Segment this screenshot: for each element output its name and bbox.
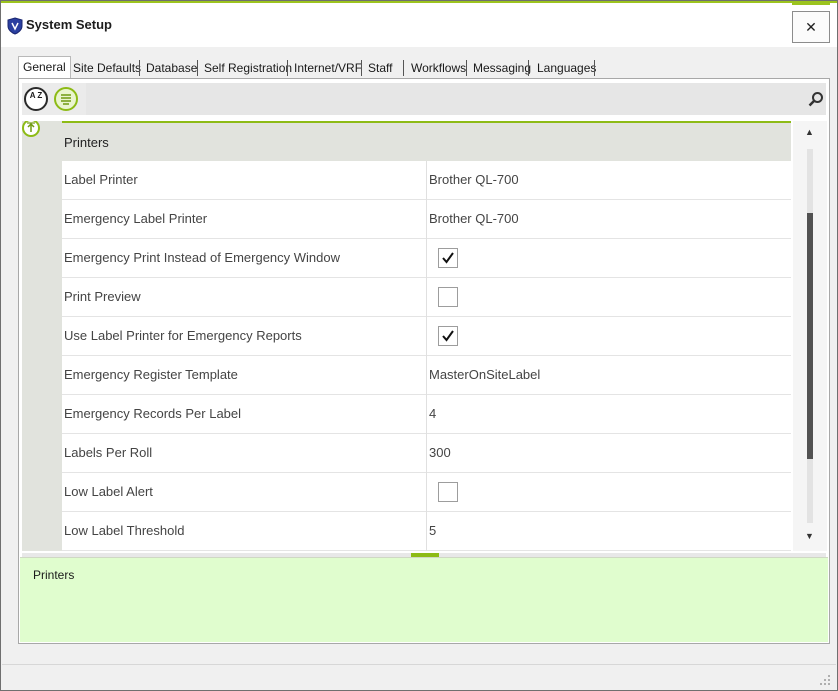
property-row[interactable]: Emergency Records Per Label 4 [62, 395, 791, 434]
search-icon[interactable] [808, 91, 824, 107]
category-label: Printers [64, 135, 109, 150]
property-checkbox[interactable] [438, 287, 458, 307]
property-row[interactable]: Low Label Threshold 5 [62, 512, 791, 551]
tab-internet-vrf[interactable]: Internet/VRF [290, 58, 366, 78]
property-checkbox[interactable] [438, 248, 458, 268]
scroll-down-arrow-icon[interactable]: ▼ [805, 531, 814, 541]
tab-separator [594, 60, 595, 76]
tab-database[interactable]: Database [142, 58, 201, 78]
property-checkbox[interactable] [438, 482, 458, 502]
column-divider [426, 200, 427, 239]
help-title: Printers [33, 568, 75, 582]
app-shield-icon [7, 17, 23, 35]
tab-workflows[interactable]: Workflows [407, 58, 470, 78]
tab-separator [197, 60, 198, 76]
bottom-separator [2, 664, 836, 665]
title-bar: System Setup ✕ [1, 3, 837, 47]
property-value[interactable]: 4 [429, 406, 436, 421]
window-title: System Setup [26, 17, 112, 32]
property-row[interactable]: Low Label Alert [62, 473, 791, 512]
grid-gutter [22, 121, 62, 551]
tab-separator [466, 60, 467, 76]
column-divider [426, 278, 427, 317]
tab-site-defaults[interactable]: Site Defaults [69, 58, 145, 78]
property-grid: Printers Label Printer Brother QL-700 Em… [22, 121, 791, 551]
column-divider [426, 512, 427, 551]
property-row[interactable]: Print Preview [62, 278, 791, 317]
categorized-list-icon[interactable] [54, 87, 78, 111]
vertical-scrollbar[interactable]: ▲ ▼ [793, 121, 827, 551]
property-name: Use Label Printer for Emergency Reports [64, 328, 302, 343]
scroll-up-arrow-icon[interactable]: ▲ [805, 127, 814, 137]
column-divider [426, 239, 427, 278]
property-name: Print Preview [64, 289, 141, 304]
tab-separator [287, 60, 288, 76]
property-row[interactable]: Use Label Printer for Emergency Reports [62, 317, 791, 356]
property-search-bar[interactable] [86, 83, 826, 115]
property-name: Emergency Register Template [64, 367, 238, 382]
tab-languages[interactable]: Languages [533, 58, 600, 78]
tab-messaging[interactable]: Messaging [469, 58, 535, 78]
tab-separator [139, 60, 140, 76]
column-divider [426, 473, 427, 512]
tab-separator [403, 60, 404, 76]
column-divider [426, 317, 427, 356]
property-row[interactable]: Emergency Register Template MasterOnSite… [62, 356, 791, 395]
property-grid-toolbar: A Z [22, 83, 826, 115]
property-row[interactable]: Emergency Print Instead of Emergency Win… [62, 239, 791, 278]
property-row[interactable]: Label Printer Brother QL-700 [62, 161, 791, 200]
property-value[interactable]: 5 [429, 523, 436, 538]
scroll-thumb[interactable] [807, 213, 813, 459]
property-name: Low Label Threshold [64, 523, 185, 538]
property-name: Label Printer [64, 172, 138, 187]
general-tab-panel: A Z Printers Label Printer Brother QL-70… [18, 78, 830, 644]
sort-alphabetical-icon[interactable]: A Z [24, 87, 48, 111]
column-divider [426, 395, 427, 434]
property-name: Low Label Alert [64, 484, 153, 499]
tab-separator [361, 60, 362, 76]
property-checkbox[interactable] [438, 326, 458, 346]
property-row[interactable]: Labels Per Roll 300 [62, 434, 791, 473]
column-divider [426, 161, 427, 200]
tab-self-registration[interactable]: Self Registration [200, 58, 296, 78]
property-value[interactable]: Brother QL-700 [429, 211, 519, 226]
column-divider [426, 434, 427, 473]
column-divider [426, 356, 427, 395]
property-name: Emergency Label Printer [64, 211, 208, 226]
property-value[interactable]: MasterOnSiteLabel [429, 367, 540, 382]
help-description-pane: Printers [20, 557, 828, 642]
property-name: Emergency Records Per Label [64, 406, 242, 421]
property-name: Emergency Print Instead of Emergency Win… [64, 250, 341, 265]
checkmark-icon [442, 330, 454, 342]
close-button[interactable]: ✕ [792, 11, 830, 43]
tab-strip: General Site Defaults Database Self Regi… [18, 56, 818, 79]
checkmark-icon [442, 252, 454, 264]
close-accent-bar [792, 3, 830, 5]
tab-separator [528, 60, 529, 76]
property-value[interactable]: Brother QL-700 [429, 172, 519, 187]
system-setup-window: System Setup ✕ General Site Defaults Dat… [0, 0, 838, 691]
tab-general[interactable]: General [18, 56, 71, 79]
resize-grip-icon[interactable] [819, 674, 831, 686]
tab-staff[interactable]: Staff [364, 58, 396, 78]
property-value[interactable]: 300 [429, 445, 451, 460]
property-row[interactable]: Emergency Label Printer Brother QL-700 [62, 200, 791, 239]
category-header-printers[interactable]: Printers [62, 121, 791, 161]
property-name: Labels Per Roll [64, 445, 153, 460]
collapse-category-icon[interactable] [22, 121, 40, 139]
